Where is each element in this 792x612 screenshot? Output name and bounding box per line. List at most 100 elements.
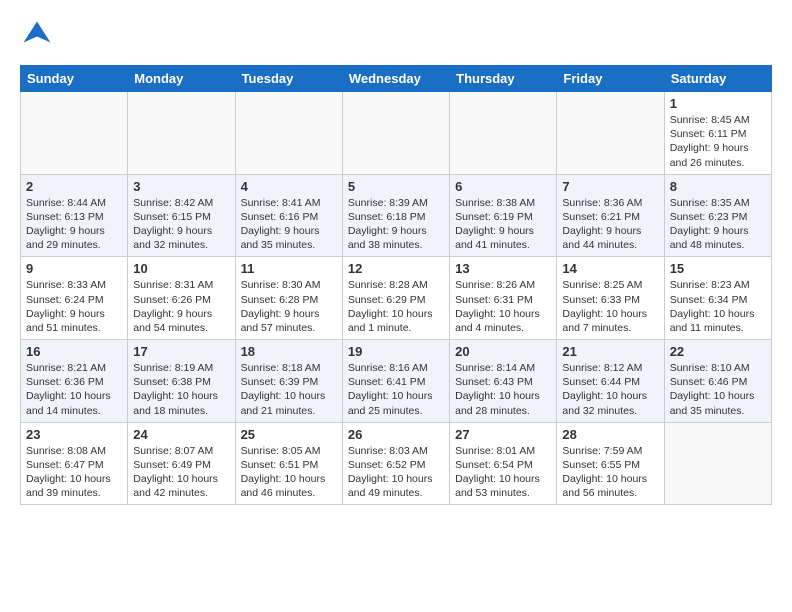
calendar-cell: 11 Sunrise: 8:30 AM Sunset: 6:28 PM Dayli… <box>235 257 342 340</box>
calendar-cell <box>557 92 664 175</box>
calendar-cell: 1Sunrise: 8:45 AM Sunset: 6:11 PM Daylig… <box>664 92 771 175</box>
day-info: Sunrise: 8:30 AM Sunset: 6:28 PM Dayligh… <box>241 278 337 335</box>
weekday-header: Tuesday <box>235 66 342 92</box>
day-number: 25 <box>241 427 337 442</box>
logo <box>20 20 52 55</box>
day-number: 8 <box>670 179 766 194</box>
calendar-cell: 21Sunrise: 8:12 AM Sunset: 6:44 PM Dayli… <box>557 340 664 423</box>
calendar-cell: 23 Sunrise: 8:08 AM Sunset: 6:47 PM Dayli… <box>21 422 128 505</box>
calendar-cell <box>450 92 557 175</box>
day-info: Sunrise: 8:08 AM Sunset: 6:47 PM Dayligh… <box>26 444 122 501</box>
calendar-cell: 24 Sunrise: 8:07 AM Sunset: 6:49 PM Dayli… <box>128 422 235 505</box>
calendar-week-row: 23 Sunrise: 8:08 AM Sunset: 6:47 PM Dayli… <box>21 422 772 505</box>
day-info: Sunrise: 8:19 AM Sunset: 6:38 PM Dayligh… <box>133 361 229 418</box>
weekday-header: Sunday <box>21 66 128 92</box>
day-number: 24 <box>133 427 229 442</box>
calendar-week-row: 9 Sunrise: 8:33 AM Sunset: 6:24 PM Daylig… <box>21 257 772 340</box>
page-header <box>20 20 772 55</box>
day-number: 11 <box>241 261 337 276</box>
day-number: 17 <box>133 344 229 359</box>
day-number: 13 <box>455 261 551 276</box>
weekday-header: Monday <box>128 66 235 92</box>
day-number: 15 <box>670 261 766 276</box>
weekday-header: Friday <box>557 66 664 92</box>
calendar-cell: 7 Sunrise: 8:36 AM Sunset: 6:21 PM Daylig… <box>557 174 664 257</box>
logo-icon <box>22 20 52 50</box>
day-number: 23 <box>26 427 122 442</box>
day-number: 5 <box>348 179 444 194</box>
calendar-cell: 22 Sunrise: 8:10 AM Sunset: 6:46 PM Dayli… <box>664 340 771 423</box>
calendar-cell: 8 Sunrise: 8:35 AM Sunset: 6:23 PM Daylig… <box>664 174 771 257</box>
day-info: Sunrise: 8:07 AM Sunset: 6:49 PM Dayligh… <box>133 444 229 501</box>
day-number: 6 <box>455 179 551 194</box>
calendar-cell: 5 Sunrise: 8:39 AM Sunset: 6:18 PM Daylig… <box>342 174 449 257</box>
day-info: Sunrise: 8:25 AM Sunset: 6:33 PM Dayligh… <box>562 278 658 335</box>
calendar-cell: 14 Sunrise: 8:25 AM Sunset: 6:33 PM Dayli… <box>557 257 664 340</box>
day-info: Sunrise: 8:03 AM Sunset: 6:52 PM Dayligh… <box>348 444 444 501</box>
weekday-header: Saturday <box>664 66 771 92</box>
day-info: Sunrise: 8:38 AM Sunset: 6:19 PM Dayligh… <box>455 196 551 253</box>
calendar-cell <box>21 92 128 175</box>
day-number: 10 <box>133 261 229 276</box>
calendar-cell: 18 Sunrise: 8:18 AM Sunset: 6:39 PM Dayli… <box>235 340 342 423</box>
day-info: Sunrise: 8:39 AM Sunset: 6:18 PM Dayligh… <box>348 196 444 253</box>
day-number: 7 <box>562 179 658 194</box>
calendar-cell: 2 Sunrise: 8:44 AM Sunset: 6:13 PM Daylig… <box>21 174 128 257</box>
calendar-cell: 17 Sunrise: 8:19 AM Sunset: 6:38 PM Dayli… <box>128 340 235 423</box>
day-number: 3 <box>133 179 229 194</box>
day-number: 27 <box>455 427 551 442</box>
calendar-cell: 15 Sunrise: 8:23 AM Sunset: 6:34 PM Dayli… <box>664 257 771 340</box>
day-info: Sunrise: 8:26 AM Sunset: 6:31 PM Dayligh… <box>455 278 551 335</box>
day-info: Sunrise: 8:14 AM Sunset: 6:43 PM Dayligh… <box>455 361 551 418</box>
day-number: 18 <box>241 344 337 359</box>
day-number: 1 <box>670 96 766 111</box>
calendar-cell: 20Sunrise: 8:14 AM Sunset: 6:43 PM Dayli… <box>450 340 557 423</box>
day-info: Sunrise: 8:05 AM Sunset: 6:51 PM Dayligh… <box>241 444 337 501</box>
calendar-cell <box>342 92 449 175</box>
calendar-week-row: 1Sunrise: 8:45 AM Sunset: 6:11 PM Daylig… <box>21 92 772 175</box>
calendar-header-row: SundayMondayTuesdayWednesdayThursdayFrid… <box>21 66 772 92</box>
day-info: Sunrise: 8:18 AM Sunset: 6:39 PM Dayligh… <box>241 361 337 418</box>
calendar-cell <box>664 422 771 505</box>
day-info: Sunrise: 8:41 AM Sunset: 6:16 PM Dayligh… <box>241 196 337 253</box>
calendar-cell: 28 Sunrise: 7:59 AM Sunset: 6:55 PM Dayli… <box>557 422 664 505</box>
day-info: Sunrise: 8:31 AM Sunset: 6:26 PM Dayligh… <box>133 278 229 335</box>
day-info: Sunrise: 8:16 AM Sunset: 6:41 PM Dayligh… <box>348 361 444 418</box>
day-info: Sunrise: 8:10 AM Sunset: 6:46 PM Dayligh… <box>670 361 766 418</box>
day-info: Sunrise: 8:23 AM Sunset: 6:34 PM Dayligh… <box>670 278 766 335</box>
weekday-header: Thursday <box>450 66 557 92</box>
day-number: 12 <box>348 261 444 276</box>
day-info: Sunrise: 8:28 AM Sunset: 6:29 PM Dayligh… <box>348 278 444 335</box>
calendar-cell: 13 Sunrise: 8:26 AM Sunset: 6:31 PM Dayli… <box>450 257 557 340</box>
day-info: Sunrise: 8:36 AM Sunset: 6:21 PM Dayligh… <box>562 196 658 253</box>
weekday-header: Wednesday <box>342 66 449 92</box>
day-info: Sunrise: 8:44 AM Sunset: 6:13 PM Dayligh… <box>26 196 122 253</box>
day-number: 28 <box>562 427 658 442</box>
calendar-cell: 19 Sunrise: 8:16 AM Sunset: 6:41 PM Dayli… <box>342 340 449 423</box>
calendar-cell <box>235 92 342 175</box>
day-number: 26 <box>348 427 444 442</box>
day-number: 4 <box>241 179 337 194</box>
calendar-cell: 26 Sunrise: 8:03 AM Sunset: 6:52 PM Dayli… <box>342 422 449 505</box>
calendar-week-row: 2 Sunrise: 8:44 AM Sunset: 6:13 PM Daylig… <box>21 174 772 257</box>
day-info: Sunrise: 8:33 AM Sunset: 6:24 PM Dayligh… <box>26 278 122 335</box>
day-number: 9 <box>26 261 122 276</box>
calendar-cell: 4 Sunrise: 8:41 AM Sunset: 6:16 PM Daylig… <box>235 174 342 257</box>
day-info: Sunrise: 7:59 AM Sunset: 6:55 PM Dayligh… <box>562 444 658 501</box>
day-info: Sunrise: 8:12 AM Sunset: 6:44 PM Dayligh… <box>562 361 658 418</box>
day-info: Sunrise: 8:01 AM Sunset: 6:54 PM Dayligh… <box>455 444 551 501</box>
calendar-cell: 10 Sunrise: 8:31 AM Sunset: 6:26 PM Dayli… <box>128 257 235 340</box>
calendar-cell: 6 Sunrise: 8:38 AM Sunset: 6:19 PM Daylig… <box>450 174 557 257</box>
day-number: 19 <box>348 344 444 359</box>
calendar-week-row: 16Sunrise: 8:21 AM Sunset: 6:36 PM Dayli… <box>21 340 772 423</box>
day-number: 22 <box>670 344 766 359</box>
calendar-cell: 12 Sunrise: 8:28 AM Sunset: 6:29 PM Dayli… <box>342 257 449 340</box>
calendar-cell: 16Sunrise: 8:21 AM Sunset: 6:36 PM Dayli… <box>21 340 128 423</box>
day-info: Sunrise: 8:42 AM Sunset: 6:15 PM Dayligh… <box>133 196 229 253</box>
day-number: 14 <box>562 261 658 276</box>
day-info: Sunrise: 8:35 AM Sunset: 6:23 PM Dayligh… <box>670 196 766 253</box>
day-number: 2 <box>26 179 122 194</box>
calendar-cell <box>128 92 235 175</box>
calendar-cell: 25 Sunrise: 8:05 AM Sunset: 6:51 PM Dayli… <box>235 422 342 505</box>
day-info: Sunrise: 8:21 AM Sunset: 6:36 PM Dayligh… <box>26 361 122 418</box>
